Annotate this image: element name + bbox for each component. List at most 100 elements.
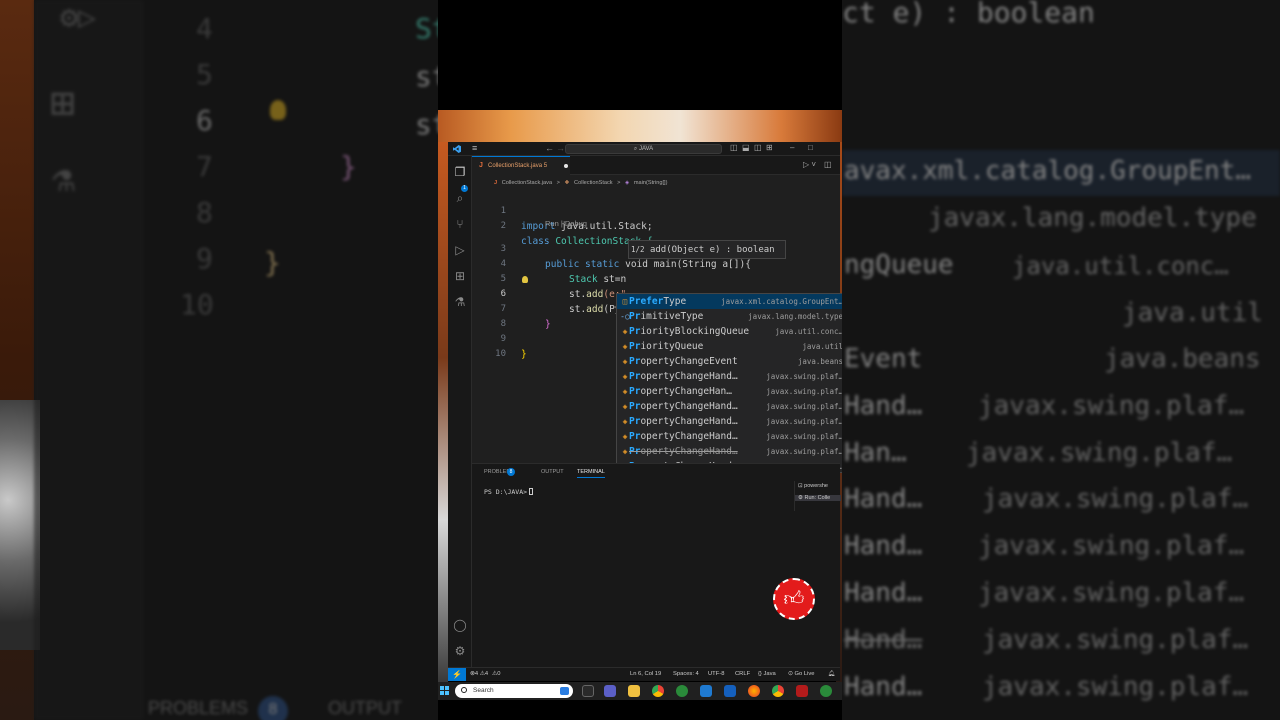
- suggestion-item[interactable]: ◈ PriorityBlockingQueue java.util.conc…: [617, 324, 842, 339]
- extensions-icon[interactable]: ⊞: [453, 269, 467, 283]
- suggestion-detail: javax.swing.plaf…: [766, 402, 842, 411]
- bg-line-number: 6: [196, 104, 213, 137]
- settings-gear-icon[interactable]: ⚙: [453, 644, 467, 658]
- remote-indicator-icon[interactable]: ⚡: [448, 668, 466, 681]
- bg-code: St: [415, 12, 438, 45]
- command-center-search[interactable]: ⌕ JAVA: [565, 144, 722, 154]
- forward-arrow-icon[interactable]: →: [556, 143, 565, 153]
- suggestion-detail: javax.swing.plaf…: [766, 447, 842, 456]
- testing-flask-icon[interactable]: ⚗: [453, 295, 467, 309]
- split-editor-icon[interactable]: ◫: [824, 160, 832, 169]
- terminal-prompt[interactable]: PS D:\JAVA>: [484, 488, 534, 496]
- chrome-icon[interactable]: [772, 685, 784, 697]
- code-line[interactable]: 1 import java.util.Stack;: [472, 189, 840, 232]
- suggestion-item[interactable]: ◈PropertyChangeHand…javax.swing.plaf…: [617, 399, 842, 414]
- vscode-logo-icon: [453, 145, 461, 153]
- go-live-button[interactable]: ⊙ Go Live: [788, 671, 814, 677]
- filezilla-icon[interactable]: [796, 685, 808, 697]
- code-line[interactable]: 2 class CollectionStack {: [472, 204, 840, 247]
- search-icon[interactable]: ⌕: [453, 191, 467, 205]
- suggestion-label: PropertyChangeHan…: [629, 386, 732, 397]
- tab-collectionstack-java[interactable]: J CollectionStack.java 5: [472, 156, 570, 175]
- terminal-item-run[interactable]: ⚙ Run: Colle: [795, 495, 841, 501]
- suggestion-detail: javax.swing.plaf…: [766, 417, 842, 426]
- vscode-taskbar-icon[interactable]: [700, 685, 712, 697]
- suggestion-item[interactable]: ◈PropertyChangeHand…javax.swing.plaf…: [617, 414, 842, 429]
- run-java-button[interactable]: ▷ ˅: [803, 160, 816, 169]
- chrome-icon[interactable]: [652, 685, 664, 697]
- suggestion-list: ◫ PreferType javax.xml.catalog.GroupEnt… -○…: [616, 293, 842, 473]
- teams-icon[interactable]: [604, 685, 616, 697]
- bg-suggest-detail: javax.swing.plaf…: [982, 484, 1249, 514]
- account-icon[interactable]: ◯: [453, 618, 467, 632]
- title-bar: ≡ ← → ⌕ JAVA ◫ ⬓ ◫ ⊞ – □: [448, 142, 840, 156]
- activity-bar: ❐ 1 ⌕ ⑂ ▷ ⊞ ⚗ ◯ ⚙: [448, 156, 472, 667]
- lightbulb-icon[interactable]: [522, 276, 528, 283]
- suggestion-item[interactable]: ◈PropertyChangeHand…javax.swing.plaf…: [617, 369, 842, 384]
- task-view-icon[interactable]: [582, 685, 594, 697]
- notifications-bell-icon[interactable]: 🔔︎: [828, 671, 835, 677]
- suggestion-item[interactable]: ◈ PropertyChangeEvent java.beans: [617, 354, 842, 369]
- customize-layout-icon[interactable]: ⊞: [766, 143, 773, 152]
- suggestion-label: PriorityQueue: [629, 341, 704, 352]
- suggestion-item[interactable]: ◈ PriorityQueue java.util: [617, 339, 842, 354]
- bg-suggest-detail: java.util.conc…: [1012, 252, 1229, 280]
- suggestion-item[interactable]: -○ PrimitiveType javax.lang.model.type: [617, 309, 842, 324]
- left-blurred-background: ⚙▷ ⊞ ⚗ 4 5 6 7 8 9 10 St st st } } PROBL…: [0, 0, 438, 720]
- back-arrow-icon[interactable]: ←: [545, 143, 554, 153]
- breadcrumb-file[interactable]: CollectionStack.java: [502, 180, 552, 186]
- class-icon: ❖: [564, 180, 570, 186]
- code-line[interactable]: 5 st.add(e:": [472, 257, 840, 300]
- line-ending[interactable]: CRLF: [735, 671, 750, 677]
- language-mode[interactable]: {} Java: [758, 671, 776, 677]
- minimize-icon[interactable]: –: [790, 143, 794, 152]
- bg-suggest-name: Hand…: [844, 391, 923, 421]
- terminal-app-icon[interactable]: [724, 685, 736, 697]
- tab-terminal[interactable]: TERMINAL: [577, 469, 605, 478]
- suggestion-label: PropertyChangeHand…: [629, 431, 738, 442]
- toggle-secondary-sidebar-icon[interactable]: ◫: [754, 143, 762, 152]
- suggestion-label: PropertyChangeHand…: [629, 446, 738, 457]
- explorer-icon[interactable]: ❐: [453, 165, 467, 179]
- bg-suggest-detail: javax.swing.plaf…: [982, 625, 1249, 655]
- encoding[interactable]: UTF-8: [708, 671, 724, 677]
- windows-start-icon[interactable]: [440, 686, 450, 696]
- bg-problems-badge: 8: [258, 696, 288, 720]
- bg-code: st: [415, 108, 438, 141]
- breadcrumb-method[interactable]: main(String[]): [634, 180, 668, 186]
- firefox-icon[interactable]: [748, 685, 760, 697]
- tab-output[interactable]: OUTPUT: [541, 469, 564, 475]
- terminal-item-powershell[interactable]: ⊡ powershe: [798, 483, 828, 489]
- suggestion-item[interactable]: ◈PropertyChangeHand…javax.swing.plaf…: [617, 429, 842, 444]
- indentation[interactable]: Spaces: 4: [673, 671, 699, 677]
- overload-counter[interactable]: 1/2: [631, 245, 645, 254]
- suggestion-item[interactable]: ◈ PropertyChangeHan… javax.swing.plaf…: [617, 384, 842, 399]
- bg-code: }: [340, 150, 357, 183]
- maximize-icon[interactable]: □: [808, 143, 813, 152]
- cursor-position[interactable]: Ln 6, Col 19: [630, 671, 661, 677]
- toggle-panel-icon[interactable]: ⬓: [742, 143, 750, 152]
- bg-suggest-name: Hand…: [844, 578, 923, 608]
- suggestion-detail: javax.swing.plaf…: [766, 432, 842, 441]
- ports-icon[interactable]: ⚠0: [492, 671, 500, 677]
- bg-line-number: 4: [196, 12, 213, 45]
- thumbs-up-like-icon[interactable]: 👍︎: [773, 578, 815, 620]
- suggestion-detail: java.beans: [797, 357, 842, 366]
- bg-suggest-name: Hand…: [844, 672, 923, 702]
- source-control-icon[interactable]: ⑂: [453, 217, 467, 231]
- problems-count-badge: 8: [507, 468, 515, 476]
- suggestion-item[interactable]: ◈PropertyChangeHand…javax.swing.plaf…: [617, 444, 842, 459]
- app-icon[interactable]: [820, 685, 832, 697]
- hamburger-icon[interactable]: ≡: [472, 144, 477, 153]
- extensions-icon: ⊞: [50, 78, 76, 127]
- toggle-sidebar-icon[interactable]: ◫: [730, 143, 738, 152]
- bg-suggest-name: Event: [844, 344, 923, 374]
- unsaved-dot-icon[interactable]: [564, 164, 568, 168]
- run-debug-icon[interactable]: ▷: [453, 243, 467, 257]
- breadcrumb-class[interactable]: CollectionStack: [574, 180, 613, 186]
- taskbar-search[interactable]: Search: [455, 684, 573, 698]
- suggestion-item[interactable]: ◫ PreferType javax.xml.catalog.GroupEnt…: [617, 294, 842, 309]
- problems-indicator[interactable]: ⊗4 ⚠4: [470, 671, 488, 677]
- file-explorer-icon[interactable]: [628, 685, 640, 697]
- app-icon[interactable]: [676, 685, 688, 697]
